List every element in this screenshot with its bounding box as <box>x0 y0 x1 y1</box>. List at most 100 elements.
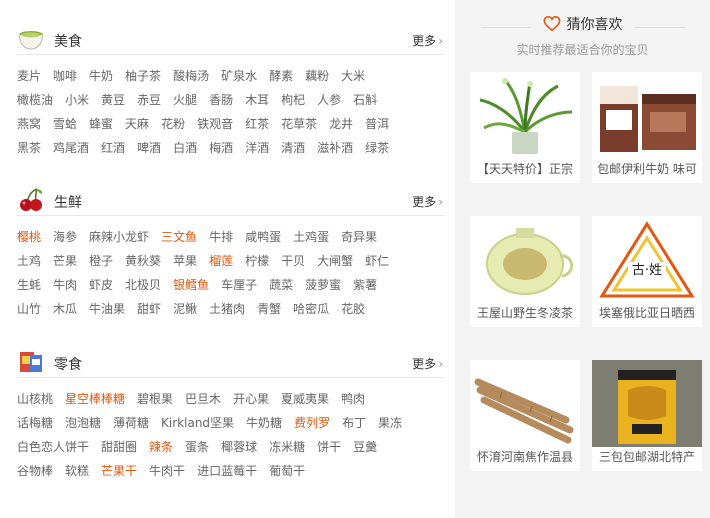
keyword-link[interactable]: 牛油果 <box>89 300 125 317</box>
keyword-link[interactable]: 牛肉 <box>53 276 77 293</box>
keyword-link[interactable]: 啤酒 <box>137 139 161 156</box>
keyword-link[interactable]: 麦片 <box>17 67 41 84</box>
keyword-link[interactable]: 石斛 <box>353 91 377 108</box>
keyword-link[interactable]: 蛋条 <box>185 438 209 455</box>
product-caption[interactable]: 埃塞俄比亚日晒西 <box>592 304 702 324</box>
keyword-link[interactable]: 豆羹 <box>353 438 377 455</box>
keyword-link[interactable]: 海参 <box>53 228 77 245</box>
keyword-link[interactable]: 白色恋人饼干 <box>17 438 89 455</box>
keyword-link[interactable]: 大米 <box>341 67 365 84</box>
keyword-link[interactable]: 红酒 <box>101 139 125 156</box>
keyword-link[interactable]: 布丁 <box>342 414 366 431</box>
recommend-card[interactable]: 包邮伊利牛奶 味可 <box>592 72 702 183</box>
keyword-link[interactable]: 甜甜圈 <box>101 438 137 455</box>
keyword-link[interactable]: 山竹 <box>17 300 41 317</box>
product-caption[interactable]: 怀淯河南焦作温县 <box>470 448 580 468</box>
keyword-link[interactable]: 黄豆 <box>101 91 125 108</box>
recommend-card[interactable]: 怀淯河南焦作温县 <box>470 360 580 471</box>
recommend-card[interactable]: 【天天特价】正宗 <box>470 72 580 183</box>
product-image-snack[interactable] <box>592 360 702 447</box>
keyword-link[interactable]: 牛排 <box>209 228 233 245</box>
keyword-link[interactable]: 葡萄干 <box>269 462 305 479</box>
keyword-link[interactable]: 小米 <box>65 91 89 108</box>
keyword-link[interactable]: 苹果 <box>173 252 197 269</box>
keyword-link[interactable]: 花胶 <box>341 300 365 317</box>
keyword-link[interactable]: 雪蛤 <box>53 115 77 132</box>
hot-keyword-link[interactable]: 三文鱼 <box>161 228 197 245</box>
keyword-link[interactable]: 咖啡 <box>53 67 77 84</box>
more-link[interactable]: 更多 › <box>412 32 443 49</box>
keyword-link[interactable]: 薄荷糖 <box>113 414 149 431</box>
keyword-link[interactable]: 麻辣小龙虾 <box>89 228 149 245</box>
keyword-link[interactable]: 谷物棒 <box>17 462 53 479</box>
more-link[interactable]: 更多 › <box>412 355 443 372</box>
keyword-link[interactable]: 洋酒 <box>245 139 269 156</box>
keyword-link[interactable]: 红茶 <box>245 115 269 132</box>
keyword-link[interactable]: 虾皮 <box>89 276 113 293</box>
keyword-link[interactable]: 软糕 <box>65 462 89 479</box>
keyword-link[interactable]: 木耳 <box>245 91 269 108</box>
product-image-orchid[interactable] <box>470 72 580 159</box>
keyword-link[interactable]: 北极贝 <box>125 276 161 293</box>
keyword-link[interactable]: 牛奶糖 <box>246 414 282 431</box>
keyword-link[interactable]: 开心果 <box>233 390 269 407</box>
keyword-link[interactable]: 橙子 <box>89 252 113 269</box>
keyword-link[interactable]: 人参 <box>317 91 341 108</box>
keyword-link[interactable]: 土鸡 <box>17 252 41 269</box>
keyword-link[interactable]: 哈密瓜 <box>293 300 329 317</box>
keyword-link[interactable]: 夏威夷果 <box>281 390 329 407</box>
keyword-link[interactable]: 花粉 <box>161 115 185 132</box>
product-caption[interactable]: 包邮伊利牛奶 味可 <box>592 160 702 180</box>
keyword-link[interactable]: 酵素 <box>269 67 293 84</box>
keyword-link[interactable]: 清酒 <box>281 139 305 156</box>
keyword-link[interactable]: 天麻 <box>125 115 149 132</box>
keyword-link[interactable]: 柠檬 <box>245 252 269 269</box>
keyword-link[interactable]: 泡泡糖 <box>65 414 101 431</box>
keyword-link[interactable]: 巴旦木 <box>185 390 221 407</box>
keyword-link[interactable]: 饼干 <box>317 438 341 455</box>
keyword-link[interactable]: 柚子茶 <box>125 67 161 84</box>
recommend-card[interactable]: 三包包邮湖北特产 <box>592 360 702 471</box>
keyword-link[interactable]: 山核桃 <box>17 390 53 407</box>
keyword-link[interactable]: 白酒 <box>173 139 197 156</box>
keyword-link[interactable]: 矿泉水 <box>221 67 257 84</box>
keyword-link[interactable]: 土猪肉 <box>209 300 245 317</box>
keyword-link[interactable]: 果冻 <box>378 414 402 431</box>
keyword-link[interactable]: 赤豆 <box>137 91 161 108</box>
keyword-link[interactable]: 甜虾 <box>137 300 161 317</box>
hot-keyword-link[interactable]: 芒果干 <box>101 462 137 479</box>
keyword-link[interactable]: 青蟹 <box>257 300 281 317</box>
product-image-tea[interactable] <box>470 216 580 303</box>
keyword-link[interactable]: 花草茶 <box>281 115 317 132</box>
keyword-link[interactable]: 鸡尾酒 <box>53 139 89 156</box>
keyword-link[interactable]: 黄秋葵 <box>125 252 161 269</box>
product-caption[interactable]: 三包包邮湖北特产 <box>592 448 702 468</box>
keyword-link[interactable]: 车厘子 <box>221 276 257 293</box>
keyword-link[interactable]: 干贝 <box>281 252 305 269</box>
keyword-link[interactable]: 话梅糖 <box>17 414 53 431</box>
hot-keyword-link[interactable]: 辣条 <box>149 438 173 455</box>
product-image-milk[interactable] <box>592 72 702 159</box>
keyword-link[interactable]: 蜂蜜 <box>89 115 113 132</box>
keyword-link[interactable]: 梅酒 <box>209 139 233 156</box>
keyword-link[interactable]: 鸭肉 <box>341 390 365 407</box>
keyword-link[interactable]: 香肠 <box>209 91 233 108</box>
keyword-link[interactable]: 龙井 <box>329 115 353 132</box>
product-image-coffee[interactable]: 古·姓 <box>592 216 702 303</box>
keyword-link[interactable]: 菠萝蜜 <box>305 276 341 293</box>
keyword-link[interactable]: 橄榄油 <box>17 91 53 108</box>
keyword-link[interactable]: 芒果 <box>53 252 77 269</box>
product-caption[interactable]: 【天天特价】正宗 <box>470 160 580 180</box>
keyword-link[interactable]: 椰蓉球 <box>221 438 257 455</box>
keyword-link[interactable]: 奇异果 <box>341 228 377 245</box>
more-link[interactable]: 更多 › <box>412 193 443 210</box>
hot-keyword-link[interactable]: 银鳕鱼 <box>173 276 209 293</box>
keyword-link[interactable]: 泥鳅 <box>173 300 197 317</box>
keyword-link[interactable]: 黑茶 <box>17 139 41 156</box>
product-caption[interactable]: 王屋山野生冬凌茶 <box>470 304 580 324</box>
keyword-link[interactable]: 紫薯 <box>353 276 377 293</box>
hot-keyword-link[interactable]: 星空棒棒糖 <box>65 390 125 407</box>
keyword-link[interactable]: 土鸡蛋 <box>293 228 329 245</box>
keyword-link[interactable]: 牛奶 <box>89 67 113 84</box>
keyword-link[interactable]: 燕窝 <box>17 115 41 132</box>
